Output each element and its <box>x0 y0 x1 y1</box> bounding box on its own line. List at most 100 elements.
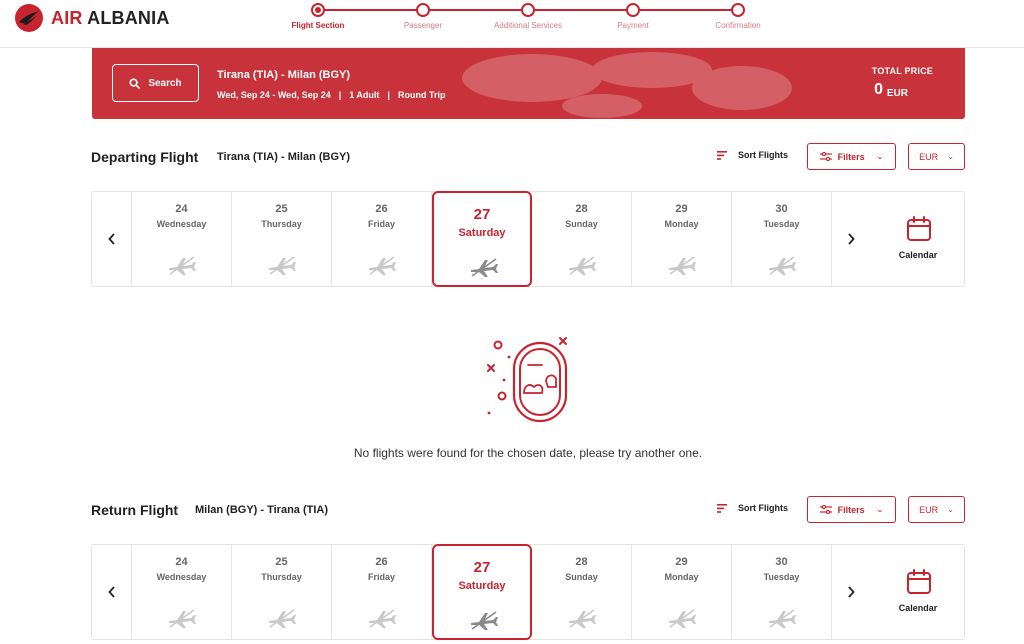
chevron-down-icon: ⌄ <box>876 152 884 161</box>
date-option[interactable]: 30 Tuesday <box>732 545 832 639</box>
date-weekday: Tuesday <box>763 219 800 229</box>
no-flight-plane-icon <box>769 609 796 628</box>
chevron-down-icon: ⌄ <box>876 505 884 514</box>
return-route: Milan (BGY) - Tirana (TIA) <box>195 504 329 516</box>
no-flight-plane-icon <box>369 609 396 628</box>
no-flight-plane-icon <box>569 609 596 628</box>
chevron-right-icon <box>848 586 855 598</box>
date-weekday: Sunday <box>565 219 598 229</box>
brand-name: AIR ALBANIA <box>51 7 170 28</box>
top-header: AIR ALBANIA Flight Section Passenger Add… <box>0 0 1024 48</box>
departing-title: Departing Flight <box>91 149 199 165</box>
no-flight-plane-icon <box>669 256 696 275</box>
filters-button[interactable]: Filters ⌄ <box>807 143 896 170</box>
date-weekday: Wednesday <box>156 572 207 582</box>
date-option[interactable]: 24 Wednesday <box>132 192 232 286</box>
eagle-logo-icon <box>15 4 43 32</box>
step-label: Confirmation <box>715 21 761 30</box>
sort-flights-label: Sort Flights <box>738 150 788 160</box>
sort-flights-label: Sort Flights <box>738 503 788 513</box>
date-weekday: Tuesday <box>763 572 800 582</box>
no-flight-plane-icon <box>269 256 296 275</box>
date-weekday: Saturday <box>458 227 506 239</box>
search-button[interactable]: Search <box>112 64 199 102</box>
no-flights-message: No flights were found for the chosen dat… <box>353 446 703 460</box>
date-option[interactable]: 26 Friday <box>332 545 432 639</box>
step-label: Flight Section <box>291 21 345 30</box>
date-option[interactable]: 29 Monday <box>632 545 732 639</box>
date-option[interactable]: 24 Wednesday <box>132 545 232 639</box>
world-map-pattern <box>462 52 792 118</box>
filters-button[interactable]: Filters ⌄ <box>807 496 896 523</box>
no-flight-plane-icon <box>569 256 596 275</box>
date-option[interactable]: 25 Thursday <box>232 192 332 286</box>
chevron-left-icon <box>107 586 115 598</box>
calendar-icon <box>907 569 931 594</box>
currency-value: EUR <box>919 151 939 162</box>
date-option-selected[interactable]: 27 Saturday <box>432 544 532 640</box>
step-dot <box>416 3 430 17</box>
chevron-left-icon <box>107 233 115 245</box>
step-additional-services[interactable]: Additional Services <box>468 2 588 30</box>
step-passenger[interactable]: Passenger <box>363 2 483 30</box>
prev-dates-button[interactable] <box>92 545 132 639</box>
no-flight-plane-icon <box>169 609 196 628</box>
date-weekday: Friday <box>367 572 395 582</box>
date-option[interactable]: 28 Sunday <box>532 545 632 639</box>
airplane-window-icon <box>487 337 568 423</box>
currency-select[interactable]: EUR ⌄ <box>908 143 965 170</box>
search-icon <box>129 77 141 89</box>
date-number: 30 <box>775 203 788 215</box>
next-dates-button[interactable] <box>831 192 871 286</box>
prev-dates-button[interactable] <box>92 192 132 286</box>
date-number: 30 <box>775 556 788 568</box>
step-label: Payment <box>617 21 649 30</box>
date-weekday: Thursday <box>261 219 302 229</box>
date-weekday: Monday <box>664 572 699 582</box>
date-option[interactable]: 25 Thursday <box>232 545 332 639</box>
date-number: 26 <box>375 556 388 568</box>
step-label: Additional Services <box>493 21 563 30</box>
step-confirmation[interactable]: Confirmation <box>678 2 798 30</box>
date-number: 26 <box>375 203 388 215</box>
brand-logo[interactable]: AIR ALBANIA <box>14 3 170 33</box>
date-number: 24 <box>175 556 188 568</box>
step-flight-section[interactable]: Flight Section <box>258 2 378 30</box>
summary-route: Tirana (TIA) - Milan (BGY) <box>217 69 351 81</box>
date-option[interactable]: 26 Friday <box>332 192 432 286</box>
step-dot <box>731 3 745 17</box>
return-section-header: Return Flight Milan (BGY) - Tirana (TIA)… <box>91 496 965 524</box>
currency-select[interactable]: EUR ⌄ <box>908 496 965 523</box>
total-price-label: TOTAL PRICE <box>871 66 933 76</box>
date-weekday: Monday <box>664 219 699 229</box>
return-date-strip: 24 Wednesday 25 Thursday 26 Friday 27 Sa… <box>91 544 965 640</box>
departing-route: Tirana (TIA) - Milan (BGY) <box>217 151 351 163</box>
next-dates-button[interactable] <box>831 545 871 639</box>
date-option[interactable]: 29 Monday <box>632 192 732 286</box>
no-flight-plane-icon <box>769 256 796 275</box>
sort-flights-button[interactable]: Sort Flights <box>717 150 788 160</box>
date-option[interactable]: 30 Tuesday <box>732 192 832 286</box>
calendar-label: Calendar <box>898 603 938 613</box>
search-button-label: Search <box>148 77 182 89</box>
step-dot <box>311 3 325 17</box>
summary-separator: | <box>338 90 342 100</box>
step-payment[interactable]: Payment <box>573 2 693 30</box>
summary-meta: Wed, Sep 24 - Wed, Sep 24 | 1 Adult | Round … <box>217 90 445 100</box>
summary-separator: | <box>387 90 390 100</box>
step-dot <box>626 3 640 17</box>
sort-icon <box>717 503 727 513</box>
date-number: 29 <box>675 556 688 568</box>
calendar-button[interactable]: Calendar <box>871 192 965 286</box>
no-flight-plane-icon <box>471 611 498 630</box>
sort-flights-button[interactable]: Sort Flights <box>717 503 788 513</box>
step-dot <box>521 3 535 17</box>
date-option[interactable]: 28 Sunday <box>532 192 632 286</box>
date-number: 24 <box>175 203 188 215</box>
summary-passengers: 1 Adult <box>349 90 380 100</box>
date-number: 27 <box>473 206 491 223</box>
date-option-selected[interactable]: 27 Saturday <box>432 191 532 287</box>
calendar-button[interactable]: Calendar <box>871 545 965 639</box>
chevron-down-icon: ⌄ <box>947 505 954 514</box>
date-number: 28 <box>575 556 588 568</box>
